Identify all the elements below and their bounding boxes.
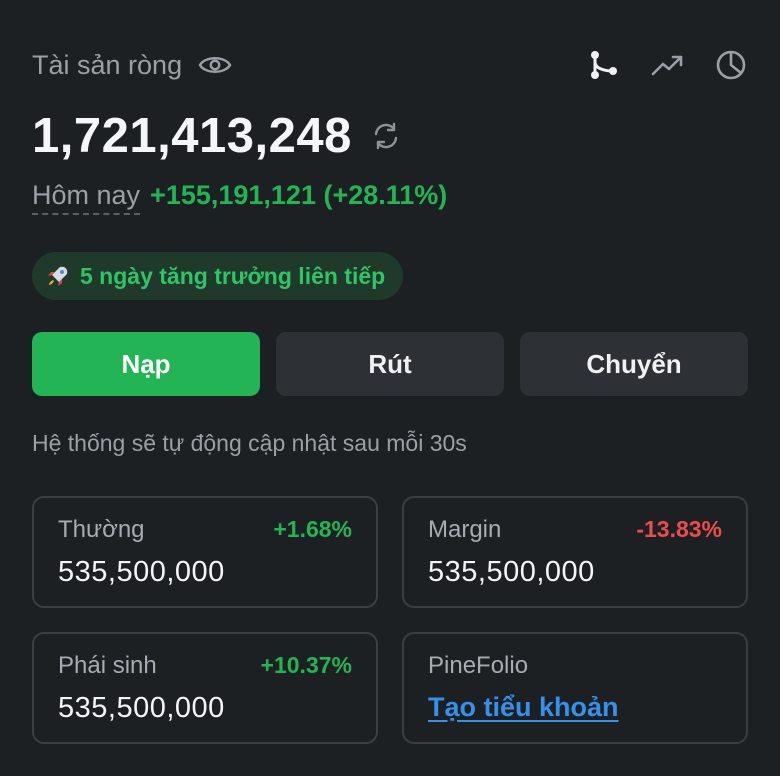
auto-update-note: Hệ thống sẽ tự động cập nhật sau mỗi 30s <box>32 430 467 456</box>
today-label[interactable]: Hôm nay <box>32 180 141 215</box>
refresh-icon[interactable] <box>370 120 402 152</box>
account-card-derivatives[interactable]: Phái sinh +10.37% 535,500,000 <box>32 632 378 744</box>
net-assets-value: 1,721,413,248 <box>32 109 352 163</box>
account-change-pct: +1.68% <box>273 516 352 542</box>
account-card-pinefolio: PineFolio Tạo tiểu khoản <box>402 632 748 744</box>
transfer-button[interactable]: Chuyển <box>520 332 748 396</box>
withdraw-button[interactable]: Rút <box>276 332 504 396</box>
action-buttons: Nạp Rút Chuyển <box>32 332 748 396</box>
growth-streak-badge: 5 ngày tăng trưởng liên tiếp <box>32 252 404 300</box>
account-label: Margin <box>428 516 502 543</box>
account-change-pct: -13.83% <box>636 516 722 542</box>
pie-chart-icon[interactable] <box>714 48 748 82</box>
growth-streak-text: 5 ngày tăng trưởng liên tiếp <box>80 262 386 289</box>
account-change-pct: +10.37% <box>260 652 352 678</box>
net-assets-label: Tài sản ròng <box>32 49 183 80</box>
eye-icon[interactable] <box>198 53 232 77</box>
deposit-button[interactable]: Nạp <box>32 332 260 396</box>
today-change-row: Hôm nay +155,191,121 (+28.11%) <box>32 180 447 215</box>
branch-icon[interactable] <box>586 48 620 82</box>
trend-up-icon[interactable] <box>650 48 684 82</box>
account-label: Phái sinh <box>58 652 157 679</box>
create-sub-account-link[interactable]: Tạo tiểu khoản <box>428 692 619 723</box>
account-value: 535,500,000 <box>428 556 595 588</box>
account-value: 535,500,000 <box>58 692 225 724</box>
rocket-icon <box>46 264 70 288</box>
account-card-regular[interactable]: Thường +1.68% 535,500,000 <box>32 496 378 608</box>
today-change-value: +155,191,121 (+28.11%) <box>150 180 448 210</box>
account-card-margin[interactable]: Margin -13.83% 535,500,000 <box>402 496 748 608</box>
sub-accounts-grid: Thường +1.68% 535,500,000 Margin -13.83%… <box>32 496 748 744</box>
header-actions <box>586 48 748 82</box>
net-assets-panel: Tài sản ròng 1,721,413,248 Hôm nay +155,… <box>0 0 780 776</box>
account-label: Thường <box>58 516 145 543</box>
account-value: 535,500,000 <box>58 556 225 588</box>
account-label: PineFolio <box>428 652 529 679</box>
balance-row: 1,721,413,248 <box>32 108 402 164</box>
header-row: Tài sản ròng <box>32 44 748 86</box>
